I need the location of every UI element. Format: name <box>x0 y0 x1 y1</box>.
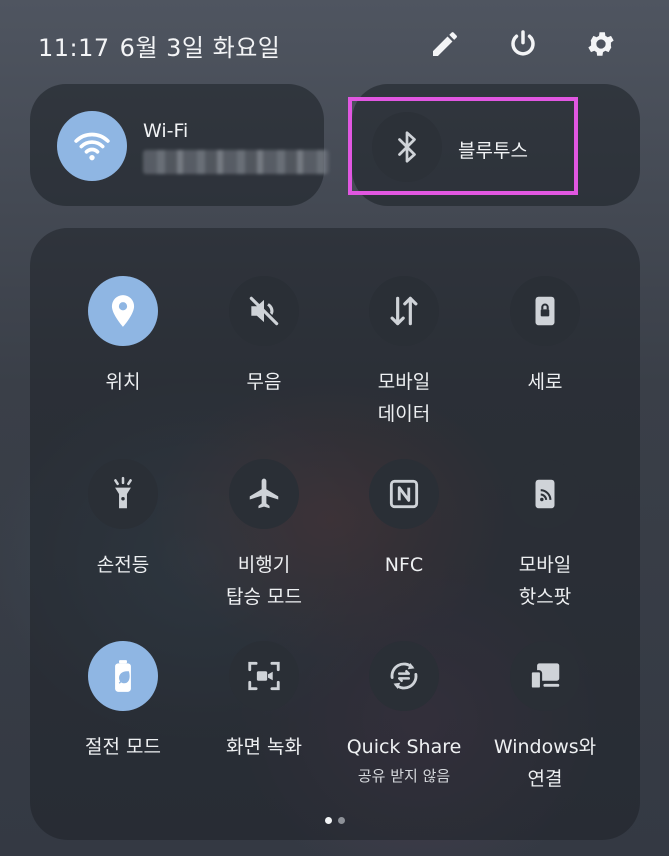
page-dot-2[interactable] <box>338 817 345 824</box>
quick-share-icon <box>390 662 418 690</box>
tile-hotspot-button[interactable] <box>510 459 580 529</box>
tile-portrait[interactable]: 세로 <box>475 276 615 398</box>
status-bar: 11:17 6월 3일 화요일 <box>0 0 669 90</box>
tile-flashlight[interactable]: 손전등 <box>53 459 193 581</box>
data-transfer-icon <box>390 296 418 326</box>
wifi-tile[interactable]: Wi-Fi <box>30 84 329 206</box>
tile-mute-button[interactable] <box>229 276 299 346</box>
wifi-label: Wi-Fi <box>143 120 189 142</box>
windows-link-icon <box>529 663 560 690</box>
tile-link-to-windows[interactable]: Windows와 연결 <box>475 641 615 795</box>
tile-label: 세로 <box>527 371 563 393</box>
tile-label: 모바일 데이터 <box>377 371 431 425</box>
tile-nfc-button[interactable] <box>369 459 439 529</box>
page-dot-1[interactable] <box>325 817 332 824</box>
nfc-icon <box>389 479 419 509</box>
tile-quick-share-button[interactable] <box>369 641 439 711</box>
tile-mute[interactable]: 무음 <box>194 276 334 398</box>
tile-label: 모바일 핫스팟 <box>518 554 572 608</box>
wifi-toggle[interactable] <box>57 111 127 181</box>
wifi-network-name-redacted <box>143 150 329 174</box>
airplane-icon <box>249 478 279 509</box>
location-pin-icon <box>111 295 135 327</box>
tile-power-saving[interactable]: 절전 모드 <box>53 641 193 763</box>
pencil-icon <box>433 32 457 56</box>
tile-sublabel: 공유 받지 않음 <box>357 767 451 785</box>
tile-label: 화면 녹화 <box>226 736 302 758</box>
edit-button[interactable] <box>425 24 465 64</box>
date-label: 6월 3일 화요일 <box>119 34 281 62</box>
tile-power-saving-button[interactable] <box>88 641 158 711</box>
tile-label: 비행기 탑승 모드 <box>226 554 302 608</box>
screen-record-icon <box>248 661 280 691</box>
wifi-icon <box>74 132 110 161</box>
tile-nfc[interactable]: NFC <box>334 459 474 581</box>
portrait-lock-icon <box>535 296 555 326</box>
tile-screen-record-button[interactable] <box>229 641 299 711</box>
tile-link-to-windows-button[interactable] <box>510 641 580 711</box>
settings-button[interactable] <box>581 24 621 64</box>
highlight-box <box>348 97 578 195</box>
tile-portrait-button[interactable] <box>510 276 580 346</box>
flashlight-icon <box>114 476 132 509</box>
tile-mobile-data-button[interactable] <box>369 276 439 346</box>
date-time: 11:17 6월 3일 화요일 <box>38 28 280 63</box>
page-indicator <box>30 817 640 824</box>
quick-settings-panel: 위치 무음 모바일 데이터 세로 손전등 비행기 탑승 모드 NFC 모바일 핫… <box>30 228 640 840</box>
hotspot-icon <box>535 479 555 509</box>
tile-label: Windows와 연결 <box>493 736 597 790</box>
tile-label: 절전 모드 <box>85 736 161 758</box>
mute-icon <box>249 296 279 326</box>
tile-hotspot[interactable]: 모바일 핫스팟 <box>475 459 615 613</box>
tile-location[interactable]: 위치 <box>53 276 193 398</box>
tile-mobile-data[interactable]: 모바일 데이터 <box>334 276 474 430</box>
power-icon <box>511 30 535 56</box>
tile-label: 무음 <box>246 371 282 393</box>
tile-label: 위치 <box>105 371 141 393</box>
tile-label: NFC <box>384 554 424 576</box>
tile-location-button[interactable] <box>88 276 158 346</box>
tile-label: 손전등 <box>96 554 150 576</box>
gear-icon <box>588 32 614 56</box>
tile-label: Quick Share <box>346 736 462 758</box>
tile-airplane[interactable]: 비행기 탑승 모드 <box>194 459 334 613</box>
power-button[interactable] <box>503 24 543 64</box>
clock: 11:17 <box>38 34 110 62</box>
battery-saver-icon <box>115 660 131 692</box>
tile-flashlight-button[interactable] <box>88 459 158 529</box>
tile-screen-record[interactable]: 화면 녹화 <box>194 641 334 763</box>
tile-airplane-button[interactable] <box>229 459 299 529</box>
tile-quick-share[interactable]: Quick Share 공유 받지 않음 <box>334 641 474 787</box>
